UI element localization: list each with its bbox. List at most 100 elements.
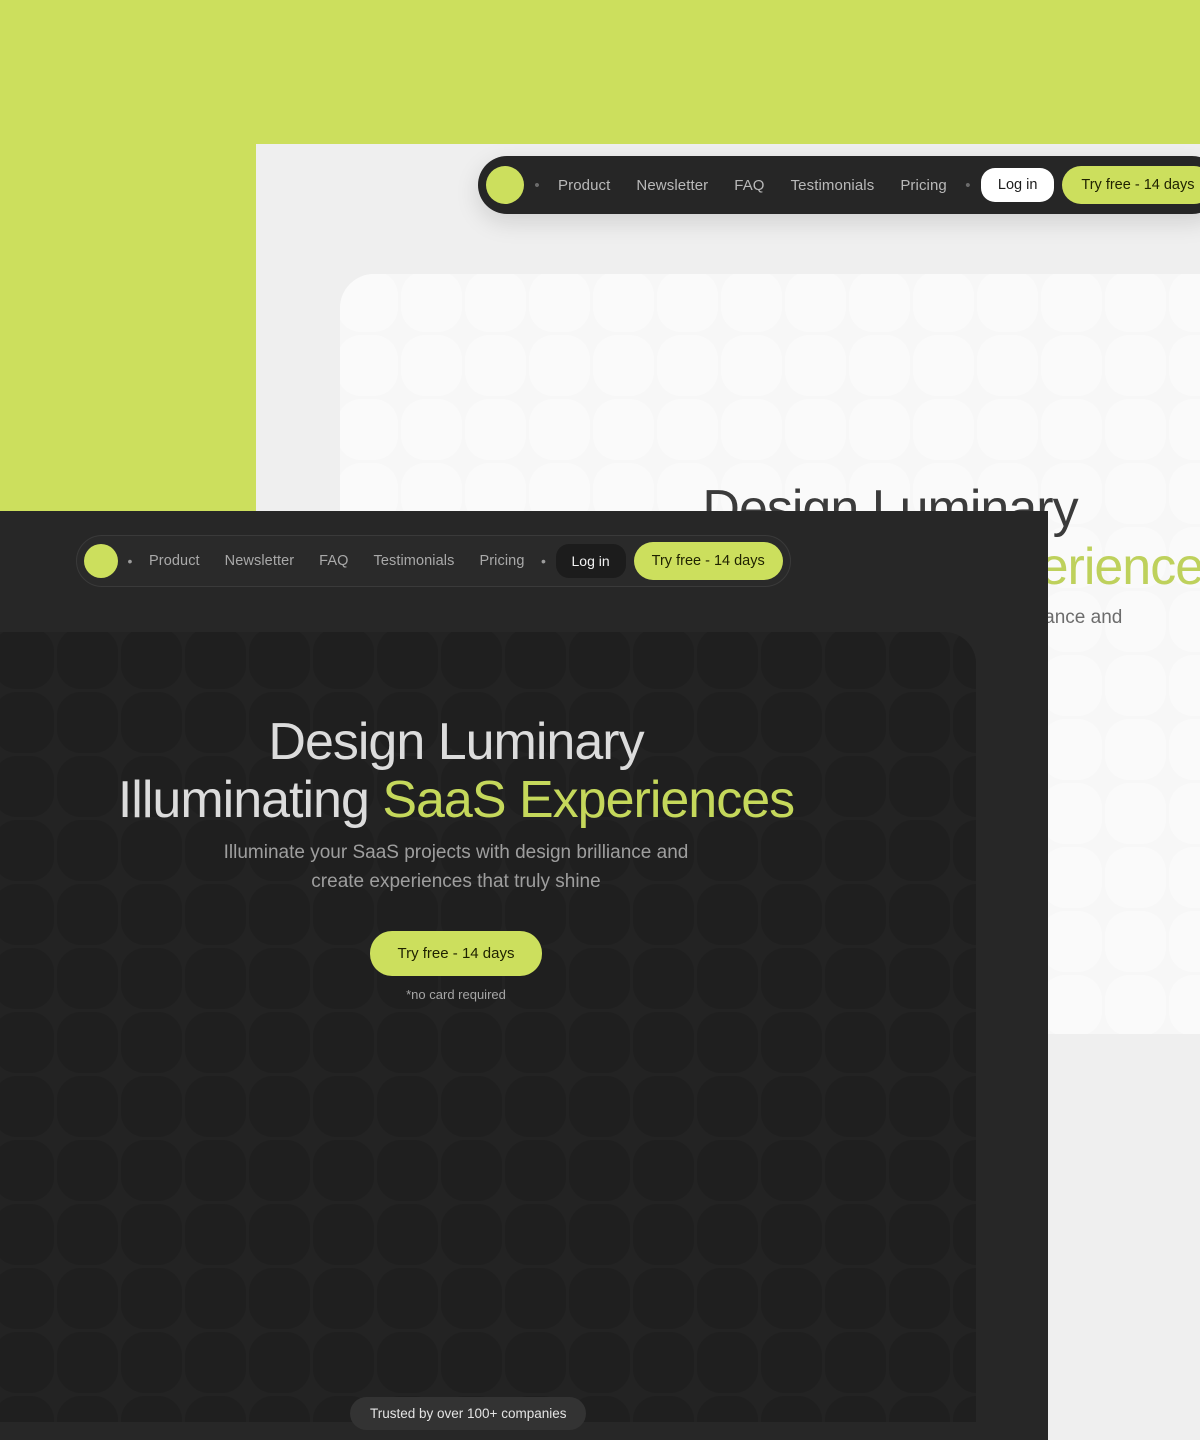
nav-separator-dot: • [965,176,971,194]
grid-cell [505,1332,566,1393]
try-free-button[interactable]: Try free - 14 days [1062,166,1200,204]
dark-hero-cta-wrap: Try free - 14 days [0,931,912,976]
grid-cell [340,335,398,396]
grid-cell [1105,719,1166,780]
nav-link-pricing[interactable]: Pricing [900,177,947,194]
try-free-button[interactable]: Try free - 14 days [633,542,783,580]
grid-cell [57,1012,118,1073]
grid-cell [785,274,846,332]
grid-cell [633,1204,694,1265]
dark-nav-links: Product Newsletter FAQ Testimonials Pric… [142,553,532,569]
nav-link-product[interactable]: Product [149,553,200,569]
grid-cell [977,274,1038,332]
grid-cell [249,1332,310,1393]
grid-cell [377,1268,438,1329]
grid-cell [121,1076,182,1137]
nav-link-faq[interactable]: FAQ [319,553,348,569]
login-button[interactable]: Log in [980,168,1055,202]
grid-cell [953,1332,976,1393]
grid-cell [57,632,118,689]
grid-cell [761,1396,822,1422]
nav-link-product[interactable]: Product [558,177,610,194]
circle-logo-icon[interactable] [84,544,118,578]
nav-link-newsletter[interactable]: Newsletter [225,553,295,569]
grid-cell [761,1268,822,1329]
dark-hero-card: Design Luminary Illuminating SaaS Experi… [0,632,976,1422]
grid-cell [249,1076,310,1137]
grid-cell [657,335,718,396]
grid-cell [1169,911,1200,972]
grid-cell [657,399,718,460]
grid-cell [340,274,398,332]
grid-cell [825,1332,886,1393]
nav-link-testimonials[interactable]: Testimonials [373,553,454,569]
hero-title-accent: SaaS Experiences [382,771,795,830]
grid-cell [889,1268,950,1329]
grid-cell [441,1076,502,1137]
grid-cell [313,1204,374,1265]
grid-cell [825,1076,886,1137]
grid-cell [825,1396,886,1422]
grid-cell [1105,655,1166,716]
grid-cell [57,1076,118,1137]
grid-cell [953,948,976,1009]
grid-cell [377,1204,438,1265]
grid-cell [1041,975,1102,1034]
nav-link-newsletter[interactable]: Newsletter [636,177,708,194]
grid-cell [401,274,462,332]
grid-cell [953,1396,976,1422]
grid-cell [249,632,310,689]
grid-cell [313,1076,374,1137]
grid-cell [465,335,526,396]
no-card-required-note: *no card required [406,987,506,1002]
grid-cell [441,1204,502,1265]
grid-cell [569,632,630,689]
grid-cell [185,1332,246,1393]
dark-navbar: • Product Newsletter FAQ Testimonials Pr… [76,535,791,587]
grid-cell [761,632,822,689]
grid-cell [953,692,976,753]
login-button[interactable]: Log in [555,544,626,578]
grid-cell [761,1140,822,1201]
light-nav-links: Product Newsletter FAQ Testimonials Pric… [550,177,955,194]
nav-link-pricing[interactable]: Pricing [479,553,524,569]
grid-cell [953,884,976,945]
grid-cell [529,335,590,396]
grid-cell [57,1396,118,1422]
grid-cell [441,1012,502,1073]
circle-logo-icon[interactable] [486,166,524,204]
grid-cell [569,1204,630,1265]
nav-link-testimonials[interactable]: Testimonials [791,177,875,194]
try-free-button[interactable]: Try free - 14 days [369,931,543,976]
grid-cell [1041,783,1102,844]
grid-cell [121,1396,182,1422]
grid-cell [121,1204,182,1265]
grid-cell [57,1332,118,1393]
grid-cell [465,399,526,460]
grid-cell [593,399,654,460]
grid-cell [1169,847,1200,908]
grid-cell [185,1140,246,1201]
grid-cell [441,1140,502,1201]
grid-cell [121,1268,182,1329]
grid-cell [593,335,654,396]
grid-cell [529,274,590,332]
grid-cell [1169,335,1200,396]
grid-cell [633,1012,694,1073]
grid-cell [1105,274,1166,332]
grid-cell [633,632,694,689]
grid-cell [593,274,654,332]
grid-cell [185,632,246,689]
grid-cell [0,632,54,689]
grid-cell [249,1396,310,1422]
grid-cell [953,1268,976,1329]
grid-cell [1105,335,1166,396]
grid-cell [121,1332,182,1393]
grid-cell [1105,399,1166,460]
grid-cell [569,1332,630,1393]
grid-cell [889,1204,950,1265]
grid-cell [889,1140,950,1201]
grid-cell [529,399,590,460]
nav-link-faq[interactable]: FAQ [734,177,764,194]
grid-cell [0,1204,54,1265]
